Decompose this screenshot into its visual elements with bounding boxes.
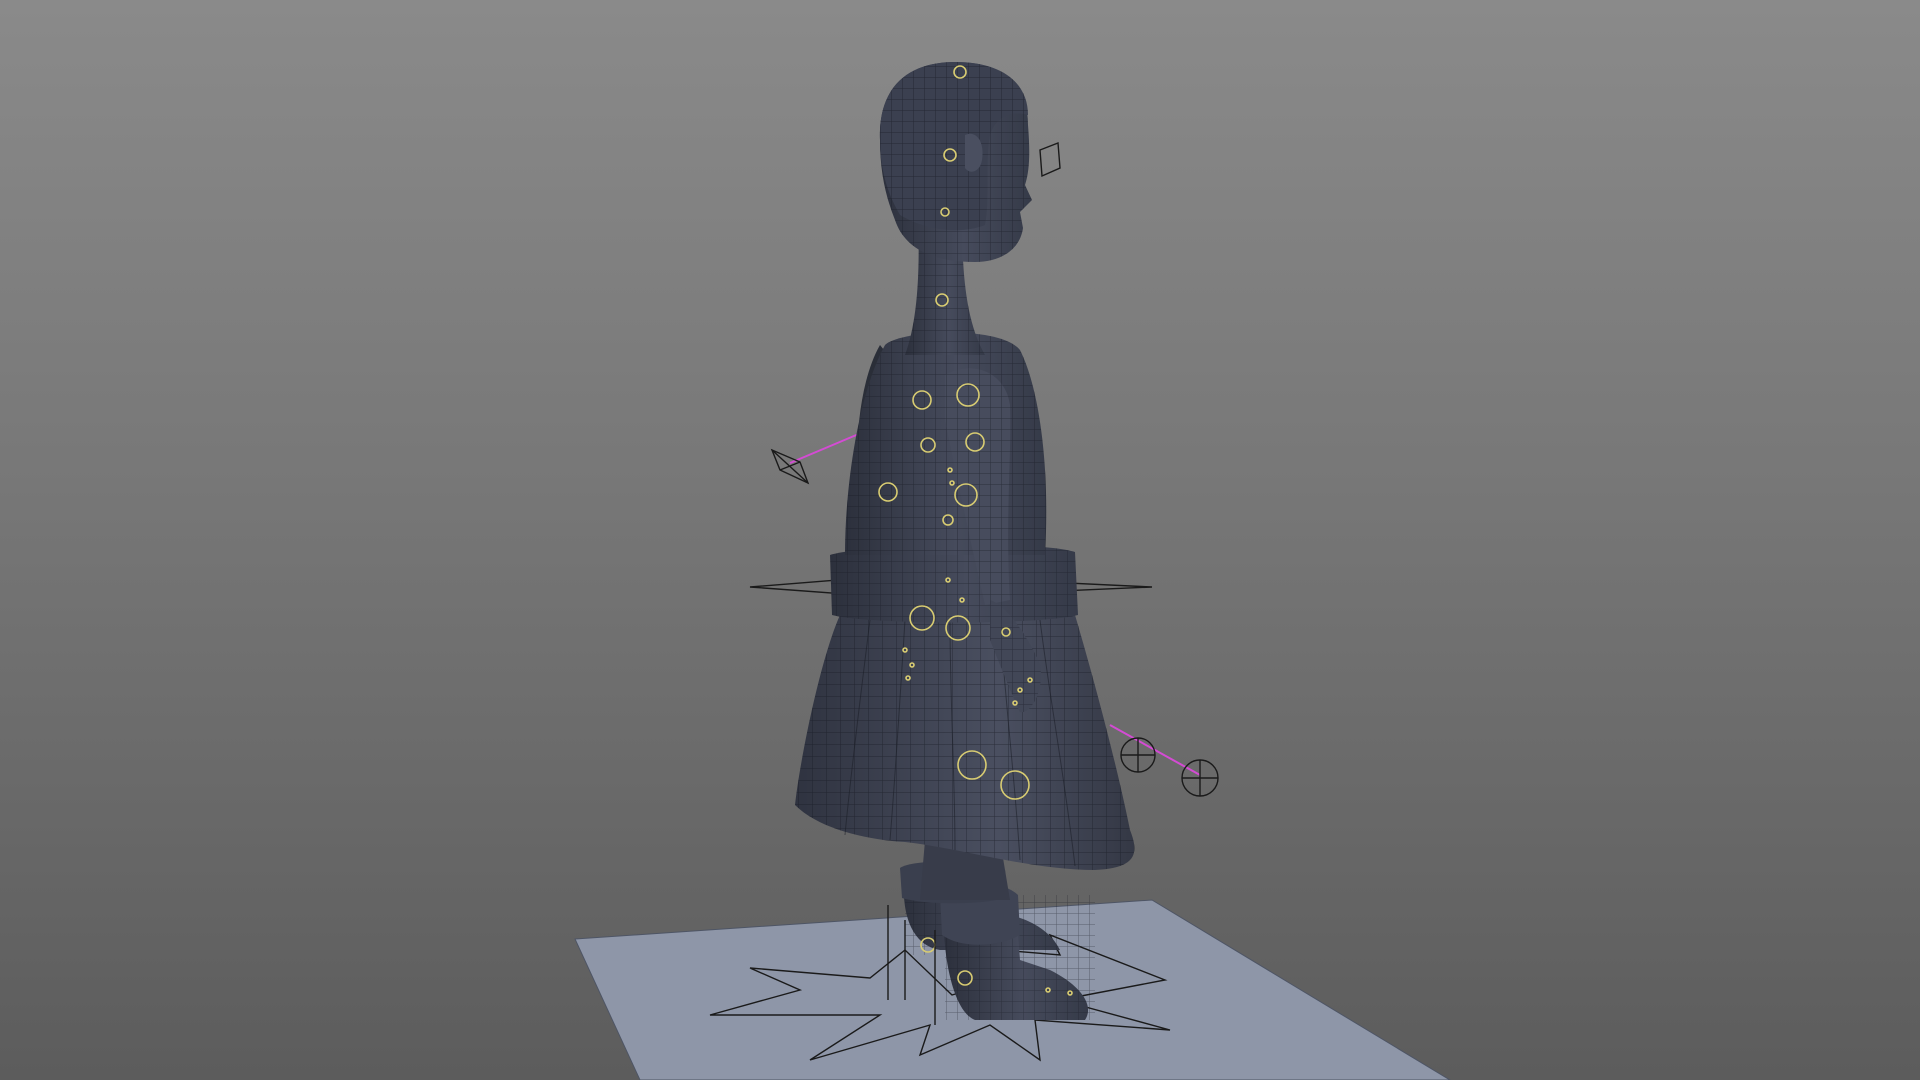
head-aim-locator[interactable] xyxy=(1039,142,1061,178)
pole-vector-locator-legs[interactable] xyxy=(1109,724,1219,797)
scene-canvas[interactable] xyxy=(0,0,1920,1080)
character-mesh[interactable] xyxy=(795,62,1135,1020)
3d-viewport[interactable] xyxy=(0,0,1920,1080)
